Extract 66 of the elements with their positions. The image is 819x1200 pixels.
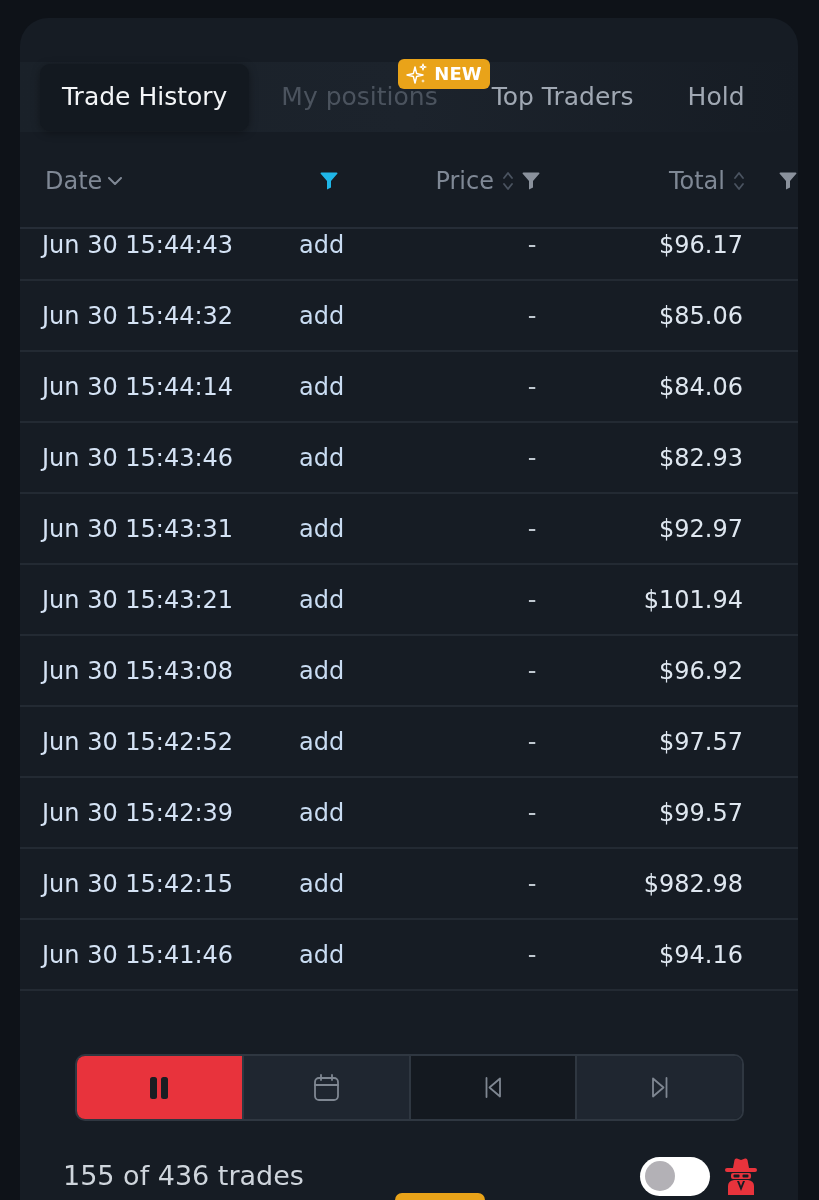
pause-button[interactable] [77, 1056, 242, 1119]
table-cell-text: - [527, 584, 537, 616]
table-cell-text: $94.16 [659, 939, 743, 971]
table-cell-text: $96.17 [659, 229, 743, 261]
sort-icon[interactable] [502, 170, 514, 192]
spy-icon [725, 1157, 757, 1195]
table-cell-text: add [299, 584, 345, 616]
column-header[interactable]: Total [668, 163, 725, 199]
column-header[interactable]: Price [435, 163, 494, 199]
table-cell-text: - [527, 655, 537, 687]
table-cell-text: $982.98 [643, 868, 743, 900]
table-cell-text: Jun 30 15:43:46 [42, 442, 234, 474]
tab[interactable]: Hold [665, 63, 767, 131]
sort-icon[interactable] [733, 170, 745, 192]
table-cell-text: Jun 30 15:43:21 [42, 584, 234, 616]
table-cell-text: $101.94 [643, 584, 743, 616]
table-cell-text: - [527, 229, 537, 261]
table-cell-text: Jun 30 15:42:52 [42, 726, 234, 758]
tab[interactable]: Trade History [40, 63, 250, 131]
calendar-icon [313, 1074, 339, 1101]
table-cell-text: add [299, 513, 345, 545]
table-cell-text: $85.06 [659, 300, 743, 332]
badge-label: NEW [434, 64, 482, 83]
table-cell-text: $82.93 [659, 442, 743, 474]
column-header[interactable]: Date [45, 163, 103, 199]
table-cell-text: - [527, 371, 537, 403]
table-cell-text: add [299, 868, 345, 900]
table-cell-text: add [299, 371, 345, 403]
table-cell-text: - [527, 726, 537, 758]
toggle-switch[interactable] [640, 1156, 710, 1196]
chevron-down-icon[interactable] [108, 177, 123, 185]
pause-icon [150, 1076, 169, 1099]
table-cell-text: Jun 30 15:44:14 [42, 371, 234, 403]
table-cell-text: add [299, 442, 345, 474]
table-cell-text: add [299, 939, 345, 971]
table-cell-text: $92.97 [659, 513, 743, 545]
table-cell-text: Jun 30 15:42:39 [42, 797, 234, 829]
table-cell-text: - [527, 300, 537, 332]
table-cell-text: add [299, 300, 345, 332]
table-cell-text: $99.57 [659, 797, 743, 829]
trade-count: 155 of 436 trades [63, 1158, 304, 1193]
table-cell-text: - [527, 939, 537, 971]
filter-icon[interactable] [779, 172, 797, 190]
table-cell-text: Jun 30 15:43:08 [42, 655, 234, 687]
table-cell-text: - [527, 513, 537, 545]
table-cell-text: $97.57 [659, 726, 743, 758]
sparkle-icon [406, 62, 429, 85]
calendar-button[interactable] [241, 1056, 409, 1119]
table-cell-text: - [527, 797, 537, 829]
table-cell-text: Jun 30 15:44:43 [42, 229, 234, 261]
table-cell-text: add [299, 726, 345, 758]
table-cell-text: add [299, 655, 345, 687]
filter-icon[interactable] [522, 172, 540, 190]
table-cell-text: Jun 30 15:42:15 [42, 868, 234, 900]
filter-icon[interactable] [320, 172, 338, 190]
table-cell-text: $84.06 [659, 371, 743, 403]
table-cell-text: $96.92 [659, 655, 743, 687]
table-cell-text: Jun 30 15:41:46 [42, 939, 234, 971]
table-cell-text: - [527, 868, 537, 900]
skip-back-icon [484, 1077, 501, 1098]
table-cell-text: - [527, 442, 537, 474]
table-cell-text: Jun 30 15:44:32 [42, 300, 234, 332]
skip-forward-icon [651, 1077, 668, 1098]
table-cell-text: Jun 30 15:43:31 [42, 513, 234, 545]
table-cell-text: add [299, 229, 345, 261]
table-cell-text: add [299, 797, 345, 829]
